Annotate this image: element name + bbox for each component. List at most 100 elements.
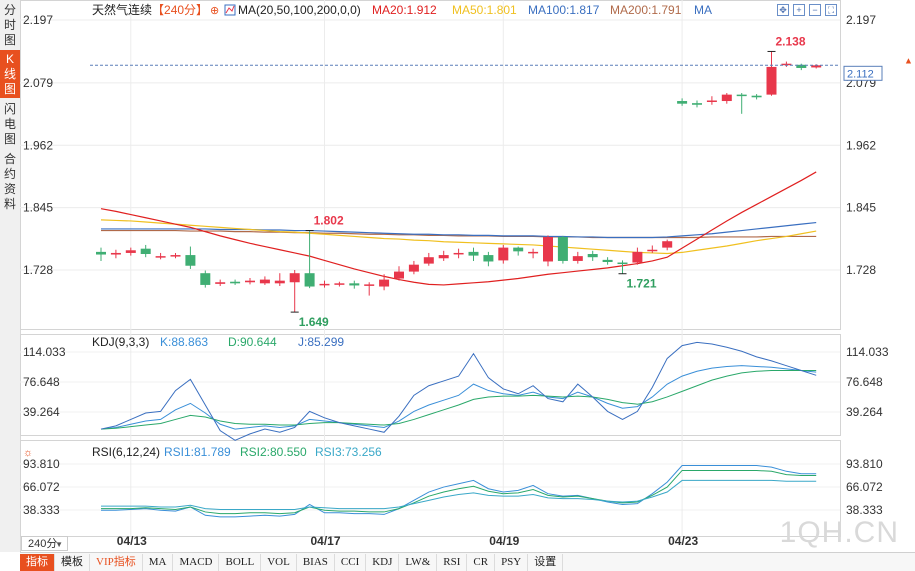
- candle-body: [215, 282, 226, 284]
- candle-body: [483, 255, 494, 262]
- low1-label: 1.649: [299, 315, 329, 329]
- tab-kline[interactable]: K线图: [0, 50, 20, 98]
- date-axis-label: 04/13: [117, 534, 147, 548]
- ma-params: MA(20,50,100,200,0,0): [238, 3, 361, 17]
- ma-tab[interactable]: MA: [143, 553, 174, 571]
- rsi-axis-label-left: 66.072: [23, 480, 60, 494]
- candle-body: [96, 251, 106, 255]
- settings-icon[interactable]: ⊕: [210, 5, 219, 17]
- rsi1-value: RSI1:81.789: [164, 445, 231, 459]
- candle-body: [617, 262, 628, 265]
- rsi-settings-icon[interactable]: ☼: [23, 447, 33, 459]
- high2-label: 2.138: [776, 34, 806, 48]
- candle-body: [632, 251, 643, 263]
- macd-tab[interactable]: MACD: [173, 553, 220, 571]
- rsi2-line: [101, 469, 817, 515]
- watermark: 1QH.CN: [779, 516, 899, 549]
- ma100-line: [101, 221, 817, 239]
- candle-body: [721, 94, 732, 102]
- candle-body: [200, 273, 211, 285]
- instrument-title: 天然气连续【240分】: [92, 2, 208, 17]
- chart-area[interactable]: 2.197 2.197 2.079 2.079 1.962 1.962 1.845 1.845…: [20, 0, 915, 552]
- candle-body: [379, 279, 390, 287]
- candle-body: [334, 283, 345, 285]
- candle-body: [170, 255, 181, 257]
- kdj-j-value: J:85.299: [298, 335, 344, 349]
- kline-chart[interactable]: 2.197 2.1972.079 2.0791.962 1.9621.845 1.845…: [20, 0, 915, 552]
- candle-body: [647, 249, 658, 252]
- kdj-k-value: K:88.863: [160, 335, 208, 349]
- rsi-axis-label-right: 93.810: [846, 457, 883, 471]
- candle-body: [766, 66, 777, 95]
- ma-lines: [100, 171, 817, 286]
- ma50-value: MA50:1.801: [452, 3, 517, 17]
- vip-indicator-tab[interactable]: VIP指标: [90, 553, 143, 571]
- kdj-tab[interactable]: KDJ: [366, 553, 400, 571]
- ma20-value: MA20:1.912: [372, 3, 437, 17]
- current-price-label: 2.112: [847, 68, 874, 80]
- kdj-params: KDJ(9,3,3): [92, 335, 149, 349]
- kdj-axis-label-left: 76.648: [23, 375, 60, 389]
- left-tab-column: 分时图 K线图 闪电图 合约资料: [0, 0, 21, 552]
- fullscreen-icon[interactable]: ⛶: [825, 4, 837, 16]
- cr-tab[interactable]: CR: [467, 553, 496, 571]
- cci-tab[interactable]: CCI: [335, 553, 367, 571]
- current-price-arrow-icon: ▲: [904, 55, 913, 65]
- rsi-params: RSI(6,12,24): [92, 445, 160, 459]
- kdj-axis-label-left: 114.033: [23, 345, 66, 359]
- candle-body: [125, 250, 136, 253]
- candle-body: [110, 252, 121, 255]
- move-icon[interactable]: ✥: [777, 4, 789, 16]
- candle-body: [513, 247, 524, 252]
- settings-tab[interactable]: 设置: [528, 553, 564, 571]
- price-axis-label-left: 2.079: [23, 76, 53, 90]
- price-axis-label-left: 2.197: [23, 13, 53, 27]
- candle-body: [587, 254, 598, 258]
- template-tab[interactable]: 模板: [55, 553, 90, 571]
- rsi-axis-label-left: 93.810: [23, 457, 60, 471]
- zoom-out-icon[interactable]: −: [809, 4, 821, 16]
- kdj-axis-label-left: 39.264: [23, 405, 60, 419]
- indicator-tab[interactable]: 指标: [20, 553, 55, 571]
- candle-body: [274, 280, 285, 284]
- psy-tab[interactable]: PSY: [495, 553, 529, 571]
- vol-tab[interactable]: VOL: [261, 553, 297, 571]
- lw-tab[interactable]: LW&: [399, 553, 438, 571]
- indicator-bar: 指标 模板 VIP指标 MA MACD BOLL VOL BIAS CCI KD…: [20, 552, 915, 571]
- bias-tab[interactable]: BIAS: [297, 553, 335, 571]
- candle-body: [155, 256, 166, 258]
- candle-body: [453, 252, 464, 255]
- candle-body: [408, 264, 419, 272]
- candle-body: [706, 100, 717, 102]
- candle-body: [185, 255, 196, 266]
- rsi-axis-label-right: 38.333: [846, 503, 883, 517]
- tab-flash[interactable]: 闪电图: [0, 102, 20, 146]
- candle-body: [677, 101, 688, 104]
- candle-body: [140, 248, 151, 255]
- ma-extra: MA: [694, 3, 712, 17]
- candle-body: [304, 273, 315, 287]
- ma100-value: MA100:1.817: [528, 3, 600, 17]
- rsi-tab[interactable]: RSI: [437, 553, 468, 571]
- tab-timeshare[interactable]: 分时图: [0, 3, 20, 47]
- candle-body: [259, 279, 270, 284]
- candle-body: [319, 283, 330, 286]
- candle-body: [692, 103, 702, 105]
- tab-contract-info[interactable]: 合约资料: [0, 152, 20, 212]
- candle-body: [364, 284, 375, 286]
- boll-tab[interactable]: BOLL: [219, 553, 262, 571]
- ma200-value: MA200:1.791: [610, 3, 682, 17]
- kdj-j-line: [100, 341, 817, 441]
- candle-body: [662, 241, 673, 248]
- toolbar-icons: ✥ + − ⛶: [777, 4, 837, 16]
- candle-body: [438, 255, 449, 259]
- period-selector[interactable]: 240分 ▼: [21, 536, 68, 551]
- ma-indicator-icon-line: [225, 5, 235, 14]
- kdj-k-line: [100, 365, 817, 430]
- kdj-d-line: [100, 369, 817, 430]
- candle-body: [423, 257, 434, 264]
- candle-body: [245, 280, 255, 283]
- zoom-in-icon[interactable]: +: [793, 4, 805, 16]
- price-axis-label-right: 1.728: [846, 263, 876, 277]
- rsi3-value: RSI3:73.256: [315, 445, 382, 459]
